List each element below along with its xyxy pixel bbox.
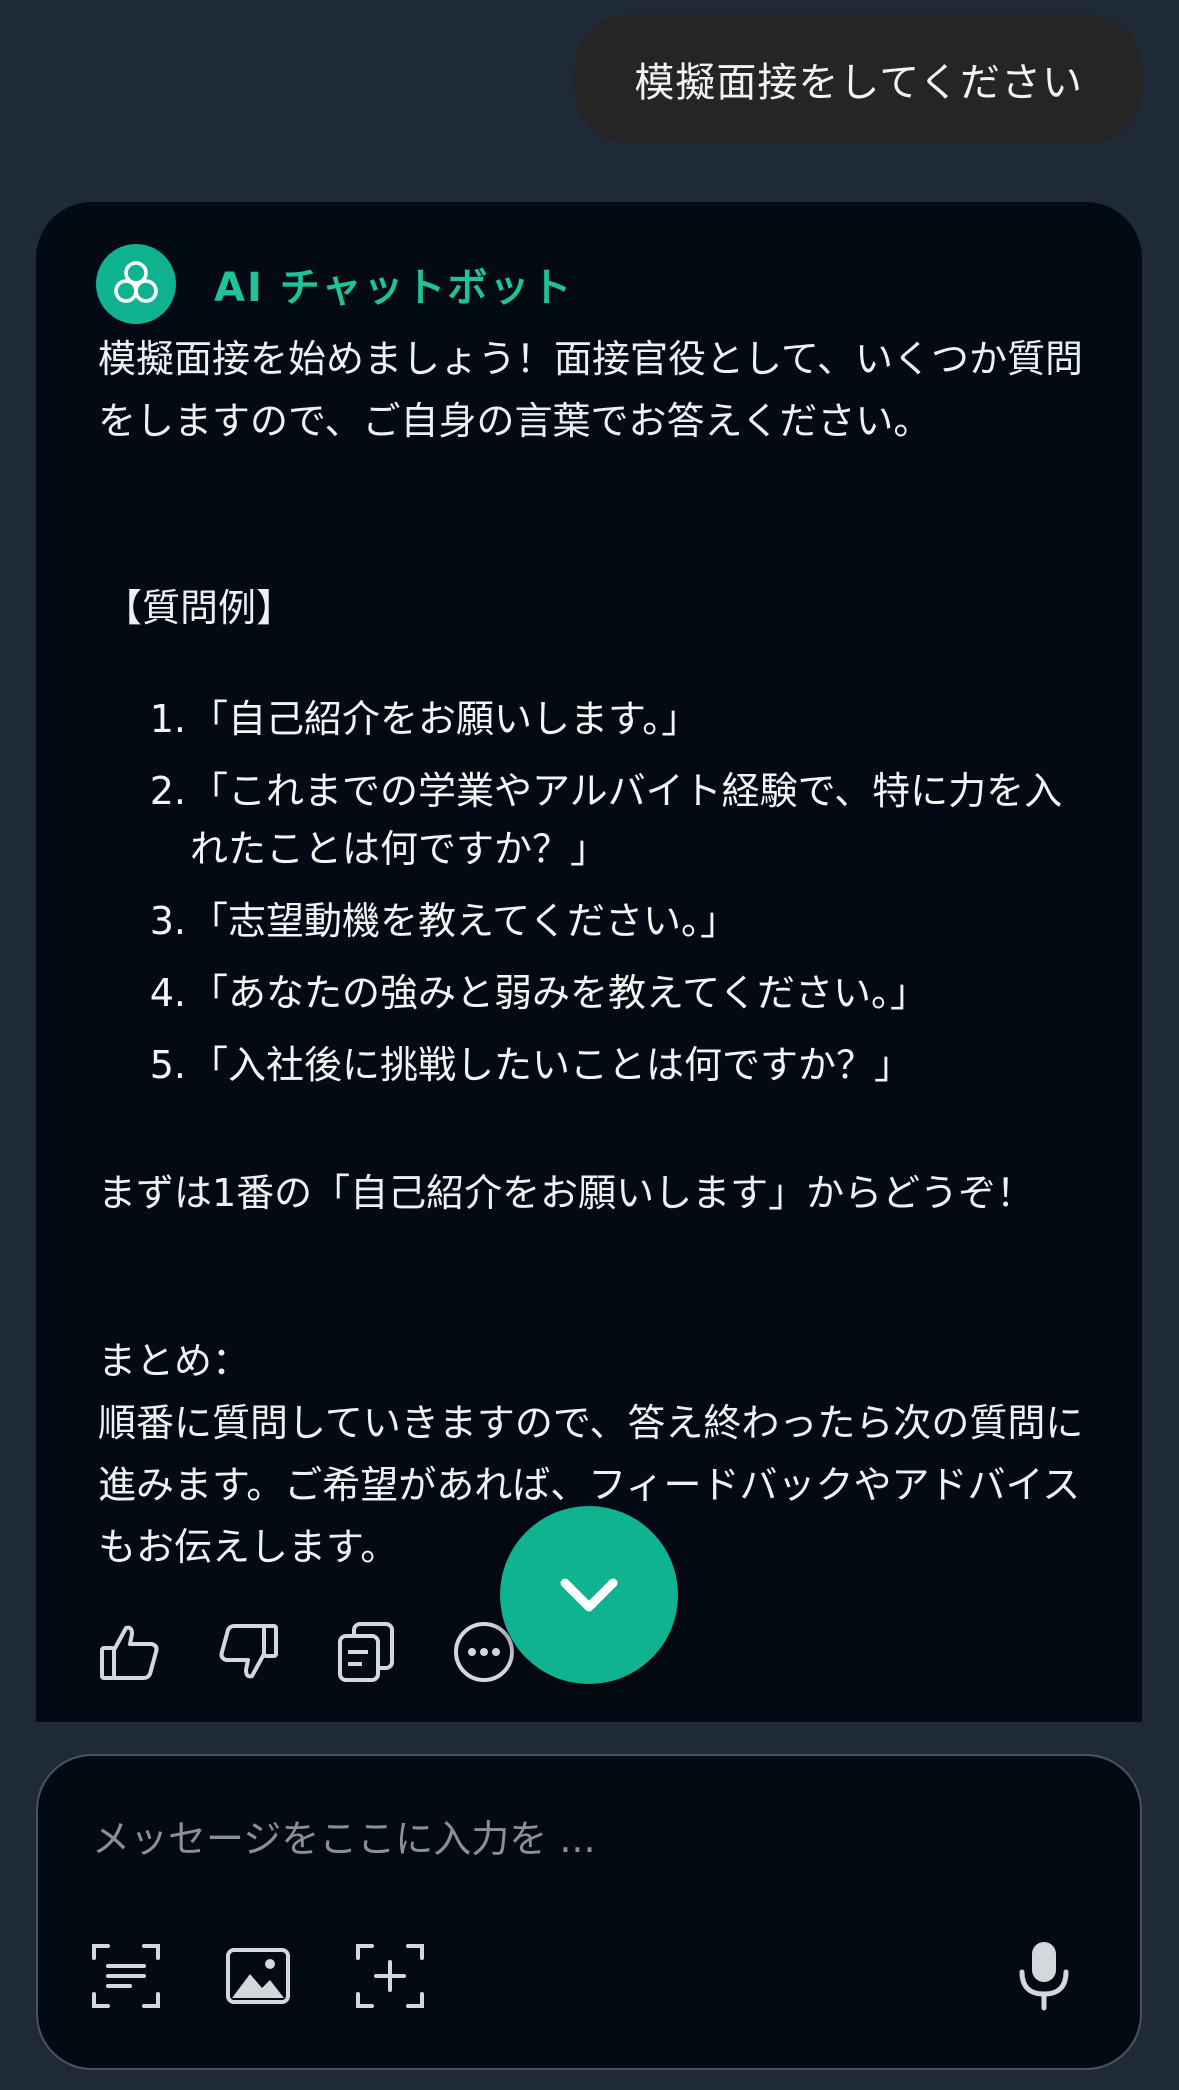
list-item-number: 4. bbox=[149, 971, 186, 1015]
bot-logo-icon bbox=[114, 261, 158, 303]
bot-message-card: AI チャットボット 模擬面接を始めましょう！面接官役として、いくつか質問をしま… bbox=[36, 202, 1142, 1722]
bot-intro-text: 模擬面接を始めましょう！面接官役として、いくつか質問をしますので、ご自身の言葉で… bbox=[98, 337, 1083, 443]
bot-prompt-text: まずは1番の「自己紹介をお願いします」からどうぞ！ bbox=[98, 1171, 1035, 1215]
scroll-down-button[interactable] bbox=[500, 1506, 678, 1684]
list-item: 2. 「これまでの学業やアルバイト経験で、特に力を入れたことは何ですか？」 bbox=[98, 762, 1098, 878]
composer-tools bbox=[86, 1936, 482, 2016]
list-item-number: 5. bbox=[149, 1043, 186, 1087]
list-item: 4. 「あなたの強みと弱みを教えてください。」 bbox=[98, 964, 1098, 1022]
chevron-down-icon bbox=[560, 1578, 618, 1612]
like-button[interactable] bbox=[98, 1620, 162, 1684]
user-message-bubble: 模擬面接をしてください bbox=[574, 14, 1143, 144]
list-item-text: 「志望動機を教えてください。」 bbox=[190, 899, 738, 943]
add-frame-icon bbox=[356, 1944, 424, 2008]
message-actions bbox=[98, 1620, 570, 1684]
user-message-text: 模擬面接をしてください bbox=[634, 60, 1083, 106]
microphone-icon bbox=[1019, 1942, 1069, 2011]
list-item-text: 「あなたの強みと弱みを教えてください。」 bbox=[190, 971, 928, 1015]
dislike-button[interactable] bbox=[216, 1620, 280, 1684]
copy-button[interactable] bbox=[334, 1620, 398, 1684]
image-icon bbox=[226, 1948, 290, 2004]
list-item-text: 「自己紹介をお願いします。」 bbox=[190, 697, 700, 741]
bot-avatar bbox=[96, 244, 176, 324]
scan-text-button[interactable] bbox=[86, 1936, 166, 2016]
list-item: 3. 「志望動機を教えてください。」 bbox=[98, 892, 1098, 950]
question-list: 1. 「自己紹介をお願いします。」 2. 「これまでの学業やアルバイト経験で、特… bbox=[98, 690, 1098, 1108]
list-item: 5. 「入社後に挑戦したいことは何ですか？」 bbox=[98, 1036, 1098, 1094]
section-heading: 【質問例】 bbox=[104, 586, 295, 630]
list-item-number: 2. bbox=[149, 769, 186, 813]
thumbs-down-icon bbox=[219, 1624, 278, 1679]
bot-name: AI チャットボット bbox=[214, 265, 574, 311]
message-input[interactable]: メッセージをここに入力を ... bbox=[92, 1808, 596, 1863]
summary-label: まとめ： bbox=[98, 1339, 251, 1383]
copy-icon bbox=[338, 1622, 394, 1682]
thumbs-up-icon bbox=[100, 1625, 159, 1680]
message-composer: メッセージをここに入力を ... bbox=[36, 1754, 1142, 2070]
list-item-text: 「入社後に挑戦したいことは何ですか？」 bbox=[190, 1043, 913, 1087]
list-item: 1. 「自己紹介をお願いします。」 bbox=[98, 690, 1098, 748]
voice-input-button[interactable] bbox=[1004, 1936, 1084, 2016]
list-item-number: 1. bbox=[149, 697, 186, 741]
scan-text-icon bbox=[92, 1944, 160, 2008]
list-item-number: 3. bbox=[149, 899, 186, 943]
bot-header: AI チャットボット bbox=[96, 244, 573, 324]
list-item-text: 「これまでの学業やアルバイト経験で、特に力を入れたことは何ですか？」 bbox=[190, 769, 1063, 871]
add-frame-button[interactable] bbox=[350, 1936, 430, 2016]
attach-image-button[interactable] bbox=[218, 1936, 298, 2016]
